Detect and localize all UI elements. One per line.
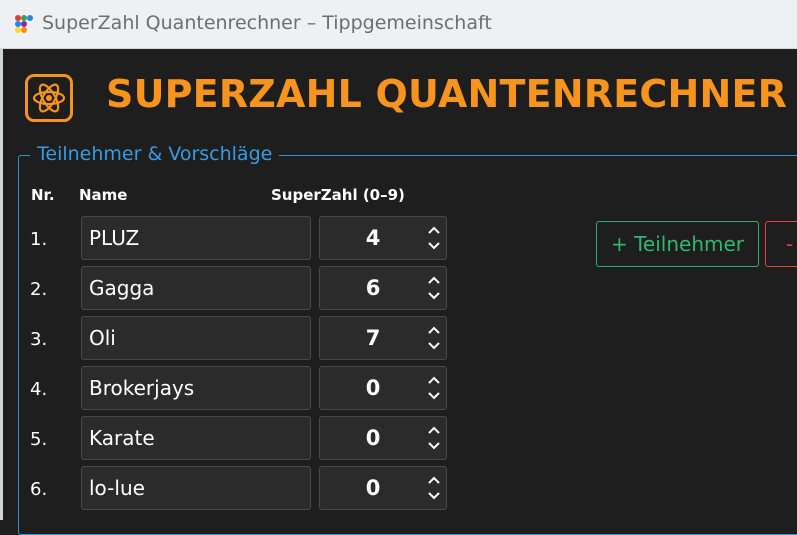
app-icon xyxy=(15,15,33,33)
row-number: 4. xyxy=(30,379,48,400)
superzahl-value: 6 xyxy=(365,276,381,300)
window-titlebar: SuperZahl Quantenrechner – Tippgemeinsch… xyxy=(0,0,797,49)
add-participant-button[interactable]: + Teilnehmer xyxy=(596,221,759,267)
window-title: SuperZahl Quantenrechner – Tippgemeinsch… xyxy=(42,12,492,34)
superzahl-value: 0 xyxy=(365,476,381,500)
name-input[interactable]: Brokerjays xyxy=(81,366,311,410)
superzahl-spinbox[interactable]: 7 xyxy=(319,316,447,360)
name-input[interactable]: lo-lue xyxy=(81,466,311,510)
superzahl-value: 7 xyxy=(365,326,381,350)
spin-arrows-icon[interactable] xyxy=(426,323,442,353)
spin-arrows-icon[interactable] xyxy=(426,273,442,303)
group-title: Teilnehmer & Vorschläge xyxy=(30,143,280,165)
row-number: 3. xyxy=(30,329,48,350)
superzahl-spinbox[interactable]: 0 xyxy=(319,366,447,410)
spin-arrows-icon[interactable] xyxy=(426,373,442,403)
superzahl-value: 4 xyxy=(365,226,381,250)
column-header-name: Name xyxy=(79,186,128,204)
spin-arrows-icon[interactable] xyxy=(426,423,442,453)
name-input[interactable]: Gagga xyxy=(81,266,311,310)
spin-arrows-icon[interactable] xyxy=(426,223,442,253)
row-number: 5. xyxy=(30,429,48,450)
superzahl-value: 0 xyxy=(365,376,381,400)
app-title: SUPERZAHL QUANTENRECHNER xyxy=(106,72,788,116)
name-input[interactable]: Oli xyxy=(81,316,311,360)
window-edge xyxy=(0,48,3,520)
atom-icon xyxy=(25,74,73,122)
column-header-nr: Nr. xyxy=(31,186,55,204)
superzahl-value: 0 xyxy=(365,426,381,450)
name-input[interactable]: Karate xyxy=(81,416,311,460)
remove-participant-button[interactable]: - xyxy=(765,221,797,267)
superzahl-spinbox[interactable]: 4 xyxy=(319,216,447,260)
name-input[interactable]: PLUZ xyxy=(81,216,311,260)
column-header-superzahl: SuperZahl (0–9) xyxy=(271,186,405,204)
superzahl-spinbox[interactable]: 6 xyxy=(319,266,447,310)
superzahl-spinbox[interactable]: 0 xyxy=(319,466,447,510)
row-number: 1. xyxy=(30,229,48,250)
row-number: 6. xyxy=(30,479,48,500)
spin-arrows-icon[interactable] xyxy=(426,473,442,503)
superzahl-spinbox[interactable]: 0 xyxy=(319,416,447,460)
row-number: 2. xyxy=(30,279,48,300)
